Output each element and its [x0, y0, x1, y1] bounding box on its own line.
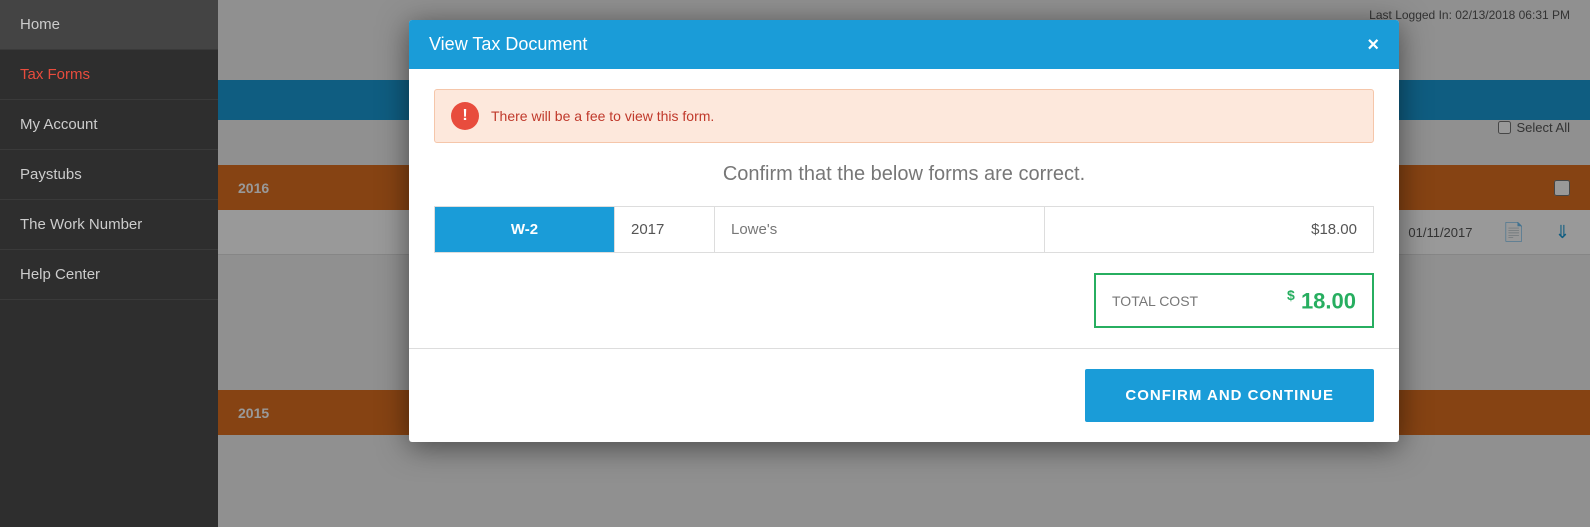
total-box: TOTAL COST $ 18.00	[1094, 273, 1374, 328]
total-amount-value: 18.00	[1301, 288, 1356, 313]
form-table: W-2 2017 Lowe's $18.00	[434, 206, 1374, 253]
modal-close-button[interactable]: ×	[1367, 35, 1379, 55]
table-row: W-2 2017 Lowe's $18.00	[435, 207, 1374, 253]
modal-body: ! There will be a fee to view this form.…	[409, 69, 1399, 442]
modal-title: View Tax Document	[429, 34, 587, 55]
form-type-cell: W-2	[435, 207, 615, 253]
confirm-and-continue-button[interactable]: CONFIRM AND CONTINUE	[1085, 369, 1374, 422]
total-row: TOTAL COST $ 18.00	[434, 273, 1374, 328]
total-label: TOTAL COST	[1096, 281, 1271, 321]
form-cost-cell: $18.00	[1045, 207, 1374, 253]
sidebar-item-work-number[interactable]: The Work Number	[0, 200, 218, 250]
sidebar-item-help-center[interactable]: Help Center	[0, 250, 218, 300]
warning-text: There will be a fee to view this form.	[491, 108, 714, 124]
modal-overlay: View Tax Document × ! There will be a fe…	[218, 0, 1590, 527]
total-dollar-sign: $	[1287, 287, 1295, 303]
sidebar-item-home[interactable]: Home	[0, 0, 218, 50]
sidebar-item-paystubs[interactable]: Paystubs	[0, 150, 218, 200]
modal: View Tax Document × ! There will be a fe…	[409, 20, 1399, 442]
modal-header: View Tax Document ×	[409, 20, 1399, 69]
warning-icon: !	[451, 102, 479, 130]
form-year-cell: 2017	[615, 207, 715, 253]
form-company-cell: Lowe's	[715, 207, 1045, 253]
confirm-heading: Confirm that the below forms are correct…	[434, 163, 1374, 186]
sidebar: Home Tax Forms My Account Paystubs The W…	[0, 0, 218, 527]
sidebar-item-tax-forms[interactable]: Tax Forms	[0, 50, 218, 100]
confirm-button-row: CONFIRM AND CONTINUE	[434, 369, 1374, 422]
warning-banner: ! There will be a fee to view this form.	[434, 89, 1374, 143]
total-amount: $ 18.00	[1271, 275, 1372, 326]
modal-divider	[409, 348, 1399, 349]
main-content: Last Logged In: 02/13/2018 06:31 PM 2016…	[218, 0, 1590, 527]
sidebar-item-my-account[interactable]: My Account	[0, 100, 218, 150]
